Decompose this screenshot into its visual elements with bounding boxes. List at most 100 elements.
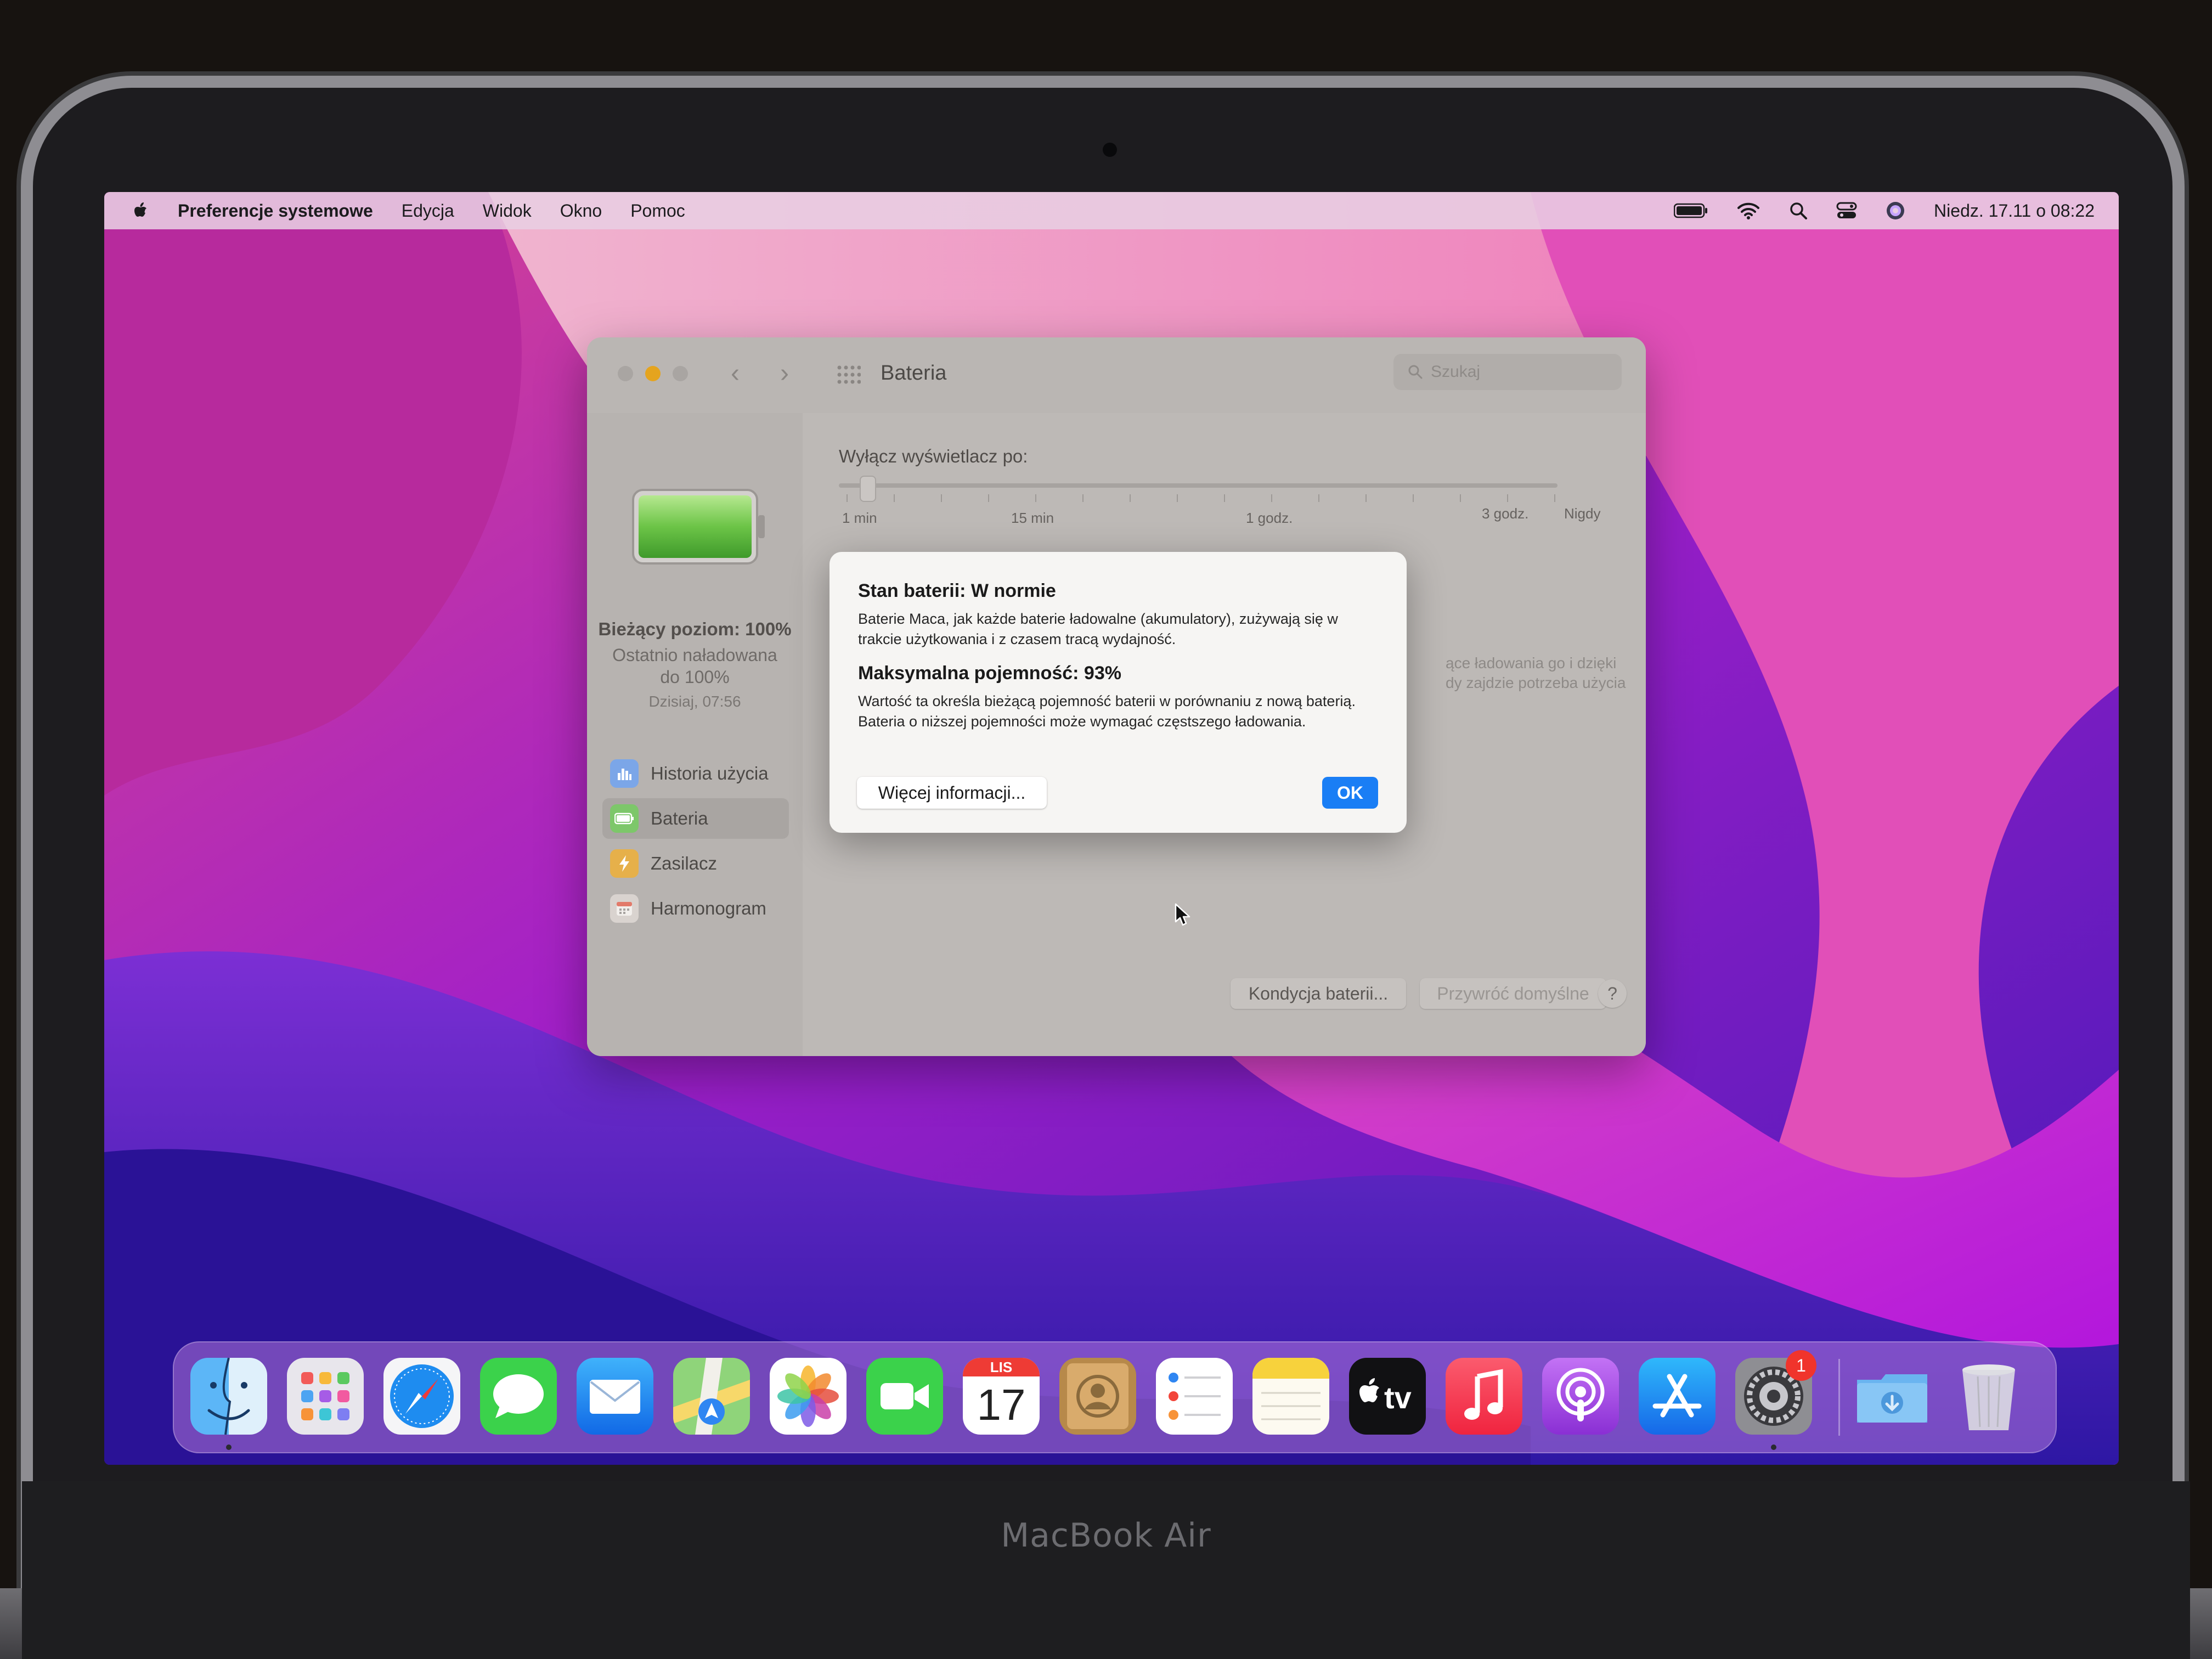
display-sleep-label: Wyłącz wyświetlacz po: — [839, 446, 1028, 466]
window-zoom-button[interactable] — [673, 366, 688, 381]
music-icon[interactable] — [1446, 1358, 1522, 1435]
slider-tick — [1460, 494, 1461, 502]
tick-label-15-min: 15 min — [1011, 510, 1054, 526]
sidebar-item-bateria[interactable]: Bateria — [602, 798, 789, 839]
sidebar-item-label: Historia użycia — [651, 763, 769, 783]
screen: Preferencje systemowe Edycja Widok Okno … — [104, 192, 2119, 1465]
messages-icon[interactable] — [480, 1358, 557, 1435]
webcam — [1103, 143, 1117, 157]
app-store-icon[interactable] — [1639, 1358, 1716, 1435]
capacity-title: Maksymalna pojemność: 93% — [858, 663, 1121, 684]
dock: LIS 17 tv 1 — [173, 1341, 2057, 1453]
sidebar-item-historia-uzycia[interactable]: Historia użycia — [602, 753, 789, 794]
option-description-line2: dy zajdzie potrzeba użycia — [1446, 674, 1626, 691]
menu-pomoc[interactable]: Pomoc — [630, 201, 685, 221]
slider-tick — [1177, 494, 1178, 502]
back-arrow-icon[interactable]: ‹ — [731, 360, 740, 387]
slider-tick — [1365, 494, 1367, 502]
power-adapter-icon — [610, 849, 639, 878]
menu-widok[interactable]: Widok — [483, 201, 532, 221]
tick-label-1-min: 1 min — [842, 510, 877, 526]
alert-title: Stan baterii: W normie — [858, 580, 1056, 601]
show-all-grid-icon[interactable] — [837, 365, 861, 385]
menu-okno[interactable]: Okno — [560, 201, 602, 221]
menu-edycja[interactable]: Edycja — [402, 201, 454, 221]
sidebar-item-label: Bateria — [651, 808, 708, 828]
maps-icon[interactable] — [673, 1358, 750, 1435]
restore-defaults-button[interactable]: Przywróć domyślne — [1420, 978, 1606, 1009]
slider-tick — [847, 494, 848, 502]
slider-tick — [988, 494, 989, 502]
battery-icon[interactable] — [1674, 202, 1708, 219]
apple-tv-icon[interactable]: tv — [1349, 1358, 1426, 1435]
search-icon — [1408, 365, 1423, 379]
facetime-icon[interactable] — [866, 1358, 943, 1435]
display-sleep-slider[interactable] — [839, 483, 1558, 488]
trash-icon[interactable] — [1950, 1358, 2027, 1435]
slider-tick — [1224, 494, 1225, 502]
apple-menu-icon[interactable] — [131, 200, 151, 221]
help-button[interactable]: ? — [1598, 979, 1627, 1008]
ok-button[interactable]: OK — [1322, 777, 1378, 809]
tick-label-1-godz: 1 godz. — [1246, 510, 1293, 526]
slider-thumb[interactable] — [860, 476, 876, 502]
option-description-line1: ące ładowania go i dzięki — [1446, 654, 1617, 672]
running-indicator — [226, 1444, 232, 1450]
contacts-icon[interactable] — [1059, 1358, 1136, 1435]
search-input[interactable]: Szukaj — [1393, 354, 1622, 390]
sidebar-item-label: Harmonogram — [651, 898, 766, 918]
battery-health-button[interactable]: Kondycja baterii... — [1231, 978, 1406, 1009]
menu-bar: Preferencje systemowe Edycja Widok Okno … — [104, 192, 2119, 229]
menu-clock[interactable]: Niedz. 17.11 o 08:22 — [1934, 201, 2095, 221]
mouse-cursor-icon — [1175, 903, 1190, 926]
forward-arrow-icon[interactable]: › — [780, 360, 789, 387]
slider-tick — [1554, 494, 1555, 502]
calendar-icon — [610, 894, 639, 923]
wifi-icon[interactable] — [1736, 201, 1760, 220]
siri-icon[interactable] — [1886, 201, 1905, 221]
slider-tick — [1507, 494, 1508, 502]
downloads-folder-icon[interactable] — [1854, 1358, 1931, 1435]
slider-tick — [1318, 494, 1319, 502]
slider-tick — [1082, 494, 1084, 502]
last-charged-time: Dzisiaj, 07:56 — [648, 693, 741, 710]
slider-tick — [894, 494, 895, 502]
battery-status-icon — [632, 489, 765, 565]
window-close-button[interactable] — [618, 366, 633, 381]
podcasts-icon[interactable] — [1542, 1358, 1619, 1435]
dock-separator — [1838, 1359, 1840, 1436]
battery-health-alert: Stan baterii: W normie Baterie Maca, jak… — [830, 552, 1407, 833]
laptop-chin: MacBook Air — [22, 1481, 2190, 1659]
tv-label: tv — [1384, 1380, 1412, 1415]
reminders-icon[interactable] — [1156, 1358, 1233, 1435]
sidebar-item-zasilacz[interactable]: Zasilacz — [602, 843, 789, 884]
running-indicator — [1771, 1444, 1776, 1450]
window-titlebar: ‹ › Bateria Szukaj — [587, 337, 1646, 413]
battery-icon — [610, 804, 639, 833]
launchpad-icon[interactable] — [287, 1358, 364, 1435]
slider-tick — [1035, 494, 1036, 502]
last-charged-text: Ostatnio naładowana — [612, 645, 777, 665]
mail-icon[interactable] — [577, 1358, 653, 1435]
slider-tick — [1413, 494, 1414, 502]
window-minimize-button[interactable] — [645, 366, 661, 381]
sidebar-item-harmonogram[interactable]: Harmonogram — [602, 888, 789, 929]
capacity-body: Wartość ta określa bieżącą pojemność bat… — [858, 693, 1356, 730]
control-center-icon[interactable] — [1836, 201, 1857, 220]
more-info-button[interactable]: Więcej informacji... — [857, 777, 1047, 809]
usage-history-icon — [610, 759, 639, 788]
calendar-icon[interactable]: LIS 17 — [963, 1358, 1040, 1435]
sidebar-item-label: Zasilacz — [651, 853, 718, 873]
search-placeholder: Szukaj — [1431, 363, 1481, 381]
spotlight-search-icon[interactable] — [1789, 201, 1808, 220]
sidebar: Bieżący poziom: 100% Ostatnio naładowana… — [587, 413, 803, 1056]
slider-tick — [1130, 494, 1131, 502]
finder-icon[interactable] — [190, 1358, 267, 1435]
last-charged-level-text: do 100% — [660, 667, 730, 687]
safari-icon[interactable] — [383, 1358, 460, 1435]
slider-tick — [1271, 494, 1272, 502]
current-level-text: Bieżący poziom: 100% — [598, 619, 792, 639]
photos-icon[interactable] — [770, 1358, 847, 1435]
notes-icon[interactable] — [1252, 1358, 1329, 1435]
menu-app-name[interactable]: Preferencje systemowe — [178, 201, 373, 221]
